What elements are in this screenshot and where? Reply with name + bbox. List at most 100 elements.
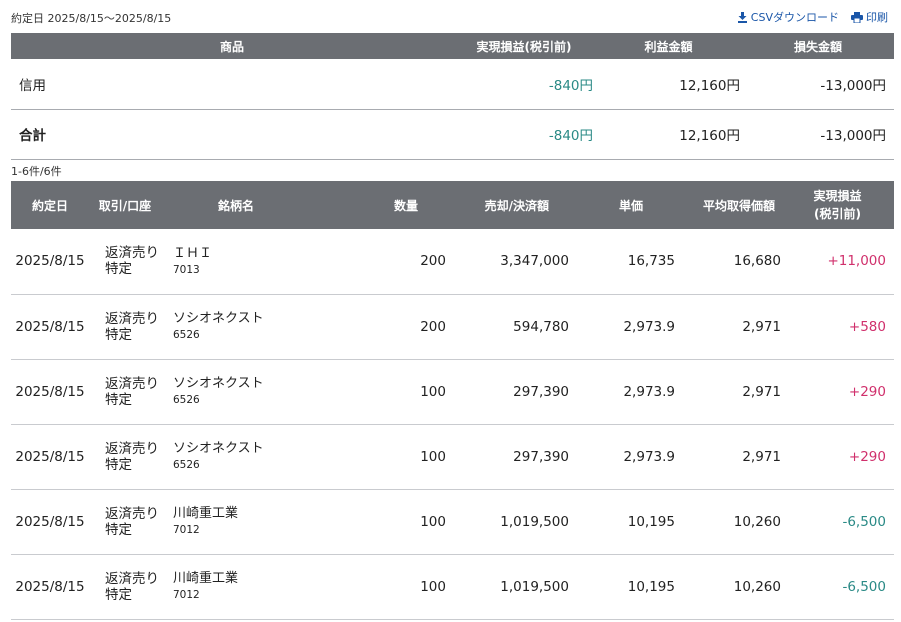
print-link[interactable]: 印刷 [851, 9, 888, 25]
row-pl: +580 [848, 318, 886, 335]
row-stock-code: 6526 [173, 394, 200, 406]
table-row: 2025/8/15 返済売り 特定 ソシオネクスト 6526 200 594,780… [11, 294, 894, 359]
row-account: 特定 [105, 586, 132, 603]
summary-profit: 12,160円 [679, 77, 740, 94]
row-avg: 10,260 [733, 513, 781, 530]
row-stock-name: 川崎重工業 [173, 506, 239, 521]
row-stock-code: 6526 [173, 459, 200, 471]
row-stock-code: 7012 [173, 589, 200, 601]
row-avg: 2,971 [742, 383, 781, 400]
table-row: 2025/8/15 返済売り 特定 川崎重工業 7012 100 1,019,500… [11, 554, 894, 619]
top-bar: 約定日 2025/8/15〜2025/8/15 CSVダウンロード 印刷 [0, 0, 901, 33]
total-product: 合計 [19, 128, 46, 144]
row-trade: 返済売り 特定 [89, 359, 161, 424]
col-qty: 数量 [311, 181, 446, 229]
row-trade: 返済売り 特定 [89, 489, 161, 554]
row-stock: ＩＨＩ 7013 [161, 229, 311, 294]
col-amount: 売却/決済額 [446, 181, 569, 229]
summary-header-row: 商品 実現損益(税引前) 利益金額 損失金額 [11, 33, 894, 59]
row-date: 2025/8/15 [15, 253, 85, 270]
row-stock: 川崎重工業 7012 [161, 489, 311, 554]
col-price: 単価 [569, 181, 675, 229]
summary-product: 信用 [19, 77, 46, 94]
row-amount: 297,390 [513, 383, 569, 400]
row-pl: +290 [848, 383, 886, 400]
row-qty: 200 [420, 318, 446, 335]
table-row: 2025/8/15 返済売り 特定 ソシオネクスト 6526 100 297,390… [11, 424, 894, 489]
row-price: 16,735 [627, 253, 675, 270]
row-date: 2025/8/15 [15, 383, 85, 400]
col-profit: 利益金額 [595, 33, 742, 59]
row-stock: 川崎重工業 7012 [161, 554, 311, 619]
row-avg: 16,680 [733, 253, 781, 270]
row-avg: 2,971 [742, 318, 781, 335]
detail-table: 約定日 取引/口座 銘柄名 数量 売却/決済額 単価 平均取得価額 実現損益 (… [11, 181, 894, 620]
row-price: 2,973.9 [623, 448, 675, 465]
table-row: 2025/8/15 返済売り 特定 ＩＨＩ 7013 200 3,347,000 1… [11, 229, 894, 294]
row-pl: -6,500 [842, 513, 886, 530]
total-profit: 12,160円 [679, 128, 740, 144]
row-qty: 100 [420, 448, 446, 465]
row-date: 2025/8/15 [15, 578, 85, 595]
col-realized-pl-line1: 実現損益 [813, 189, 862, 203]
row-amount: 1,019,500 [500, 578, 569, 595]
row-amount: 594,780 [513, 318, 569, 335]
row-amount: 3,347,000 [500, 253, 569, 270]
row-trade: 返済売り 特定 [89, 229, 161, 294]
row-avg: 10,260 [733, 578, 781, 595]
csv-download-label: CSVダウンロード [750, 11, 839, 24]
row-price: 10,195 [627, 513, 675, 530]
row-price: 2,973.9 [623, 318, 675, 335]
row-trade-type: 返済売り [105, 245, 159, 262]
row-account: 特定 [105, 456, 132, 473]
summary-table: 商品 実現損益(税引前) 利益金額 損失金額 信用 -840円 12,160円 … [11, 33, 894, 160]
row-trade: 返済売り 特定 [89, 424, 161, 489]
row-avg: 2,971 [742, 448, 781, 465]
row-pl: -6,500 [842, 578, 886, 595]
row-price: 2,973.9 [623, 383, 675, 400]
row-stock-name: ＩＨＩ [173, 245, 213, 261]
row-stock-name: 川崎重工業 [173, 571, 239, 586]
row-account: 特定 [105, 326, 132, 343]
col-realized-pl: 実現損益(税引前) [453, 33, 595, 59]
row-qty: 100 [420, 513, 446, 530]
row-trade-type: 返済売り [105, 570, 159, 587]
total-loss: -13,000円 [820, 128, 886, 144]
print-label: 印刷 [866, 11, 888, 24]
row-amount: 1,019,500 [500, 513, 569, 530]
row-stock-name: ソシオネクスト [173, 441, 264, 456]
table-row: 2025/8/15 返済売り 特定 ソシオネクスト 6526 100 297,390… [11, 359, 894, 424]
row-stock-code: 7013 [173, 263, 200, 276]
row-trade-type: 返済売り [105, 310, 159, 327]
summary-pl: -840円 [548, 77, 593, 94]
row-trade: 返済売り 特定 [89, 554, 161, 619]
action-links: CSVダウンロード 印刷 [737, 9, 888, 25]
period-text: 約定日 2025/8/15〜2025/8/15 [11, 12, 172, 25]
row-stock: ソシオネクスト 6526 [161, 359, 311, 424]
row-trade-type: 返済売り [105, 440, 159, 457]
row-pl: +11,000 [827, 253, 886, 270]
col-avg: 平均取得価額 [675, 181, 781, 229]
csv-download-link[interactable]: CSVダウンロード [737, 9, 839, 25]
row-qty: 100 [420, 578, 446, 595]
row-price: 10,195 [627, 578, 675, 595]
row-date: 2025/8/15 [15, 448, 85, 465]
total-pl: -840円 [548, 128, 593, 144]
col-realized-pl: 実現損益 (税引前) [781, 181, 894, 229]
row-amount: 297,390 [513, 448, 569, 465]
row-qty: 200 [420, 253, 446, 270]
row-stock-name: ソシオネクスト [173, 376, 264, 391]
row-trade-type: 返済売り [105, 375, 159, 392]
table-row: 2025/8/15 返済売り 特定 川崎重工業 7012 100 1,019,500… [11, 489, 894, 554]
col-loss: 損失金額 [742, 33, 894, 59]
row-date: 2025/8/15 [15, 318, 85, 335]
row-account: 特定 [105, 261, 132, 278]
row-date: 2025/8/15 [15, 513, 85, 530]
row-stock-code: 6526 [173, 329, 200, 341]
printer-icon [851, 11, 863, 23]
row-stock: ソシオネクスト 6526 [161, 424, 311, 489]
col-trade: 取引/口座 [89, 181, 161, 229]
col-product: 商品 [11, 33, 453, 59]
col-date: 約定日 [11, 181, 89, 229]
result-count: 1-6件/6件 [11, 165, 62, 178]
